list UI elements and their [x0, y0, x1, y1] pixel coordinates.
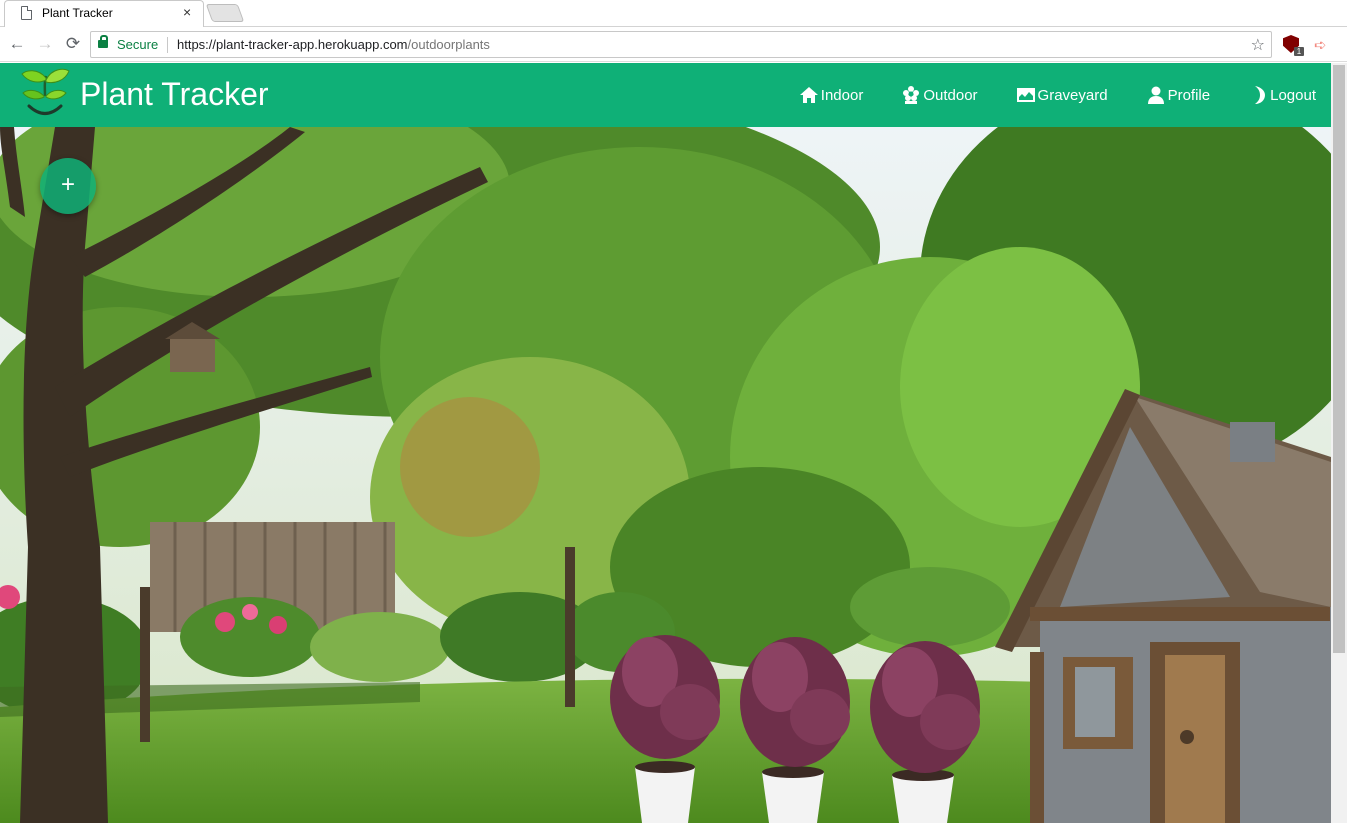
flower-icon: [903, 86, 920, 104]
nav-outdoor[interactable]: Outdoor: [901, 85, 978, 105]
forward-button[interactable]: →: [35, 34, 55, 54]
lock-icon: [98, 35, 108, 48]
user-icon: [1147, 86, 1164, 104]
tab-close-icon[interactable]: ×: [183, 4, 191, 20]
bookmark-star-icon[interactable]: ☆: [1251, 35, 1265, 55]
landscape-icon: [1016, 88, 1035, 102]
home-icon: [799, 87, 818, 103]
nav-outdoor-label: Outdoor: [923, 86, 978, 104]
omnibox-separator: [167, 37, 168, 53]
extension-arrow-icon[interactable]: ➪: [1314, 36, 1327, 54]
nav-logout-label: Logout: [1270, 86, 1316, 104]
new-tab-button[interactable]: [205, 4, 245, 22]
add-plant-button[interactable]: +: [40, 158, 96, 214]
moon-icon: [1255, 86, 1266, 104]
nav-logout[interactable]: Logout: [1248, 85, 1316, 105]
nav-graveyard-label: Graveyard: [1037, 86, 1108, 104]
page-icon: [21, 6, 32, 20]
extension-badge: 1: [1294, 47, 1304, 56]
nav-profile-label: Profile: [1167, 86, 1211, 104]
garden-scene: [0, 127, 1331, 823]
reload-button[interactable]: ⟳: [63, 34, 83, 54]
scrollbar-thumb[interactable]: [1333, 65, 1345, 653]
app-header: Plant Tracker Indoor Outdoor Graveyard P…: [0, 63, 1331, 127]
nav-profile[interactable]: Profile: [1146, 85, 1211, 105]
browser-tab[interactable]: Plant Tracker ×: [4, 0, 204, 27]
brand-title[interactable]: Plant Tracker: [80, 76, 269, 113]
main-nav: Indoor Outdoor Graveyard Profile Logout: [761, 63, 1316, 127]
browser-tabstrip: Plant Tracker ×: [0, 0, 1347, 27]
url-host: https://plant-tracker-app.herokuapp.com: [177, 37, 408, 52]
nav-indoor-label: Indoor: [820, 86, 864, 104]
browser-toolbar: ← → ⟳ Secure https://plant-tracker-app.h…: [0, 27, 1347, 62]
back-button[interactable]: ←: [7, 34, 27, 54]
page-scrollbar[interactable]: [1331, 63, 1347, 823]
secure-label: Secure: [117, 37, 159, 52]
address-bar[interactable]: Secure https://plant-tracker-app.herokua…: [90, 31, 1272, 58]
sprout-logo-icon[interactable]: [20, 66, 70, 118]
garden-background-image: [0, 127, 1331, 823]
url-path: /outdoorplants: [407, 37, 490, 52]
nav-graveyard[interactable]: Graveyard: [1016, 85, 1108, 105]
url-text[interactable]: https://plant-tracker-app.herokuapp.com/…: [177, 37, 490, 52]
tab-title: Plant Tracker: [42, 6, 113, 20]
nav-indoor[interactable]: Indoor: [799, 85, 864, 105]
